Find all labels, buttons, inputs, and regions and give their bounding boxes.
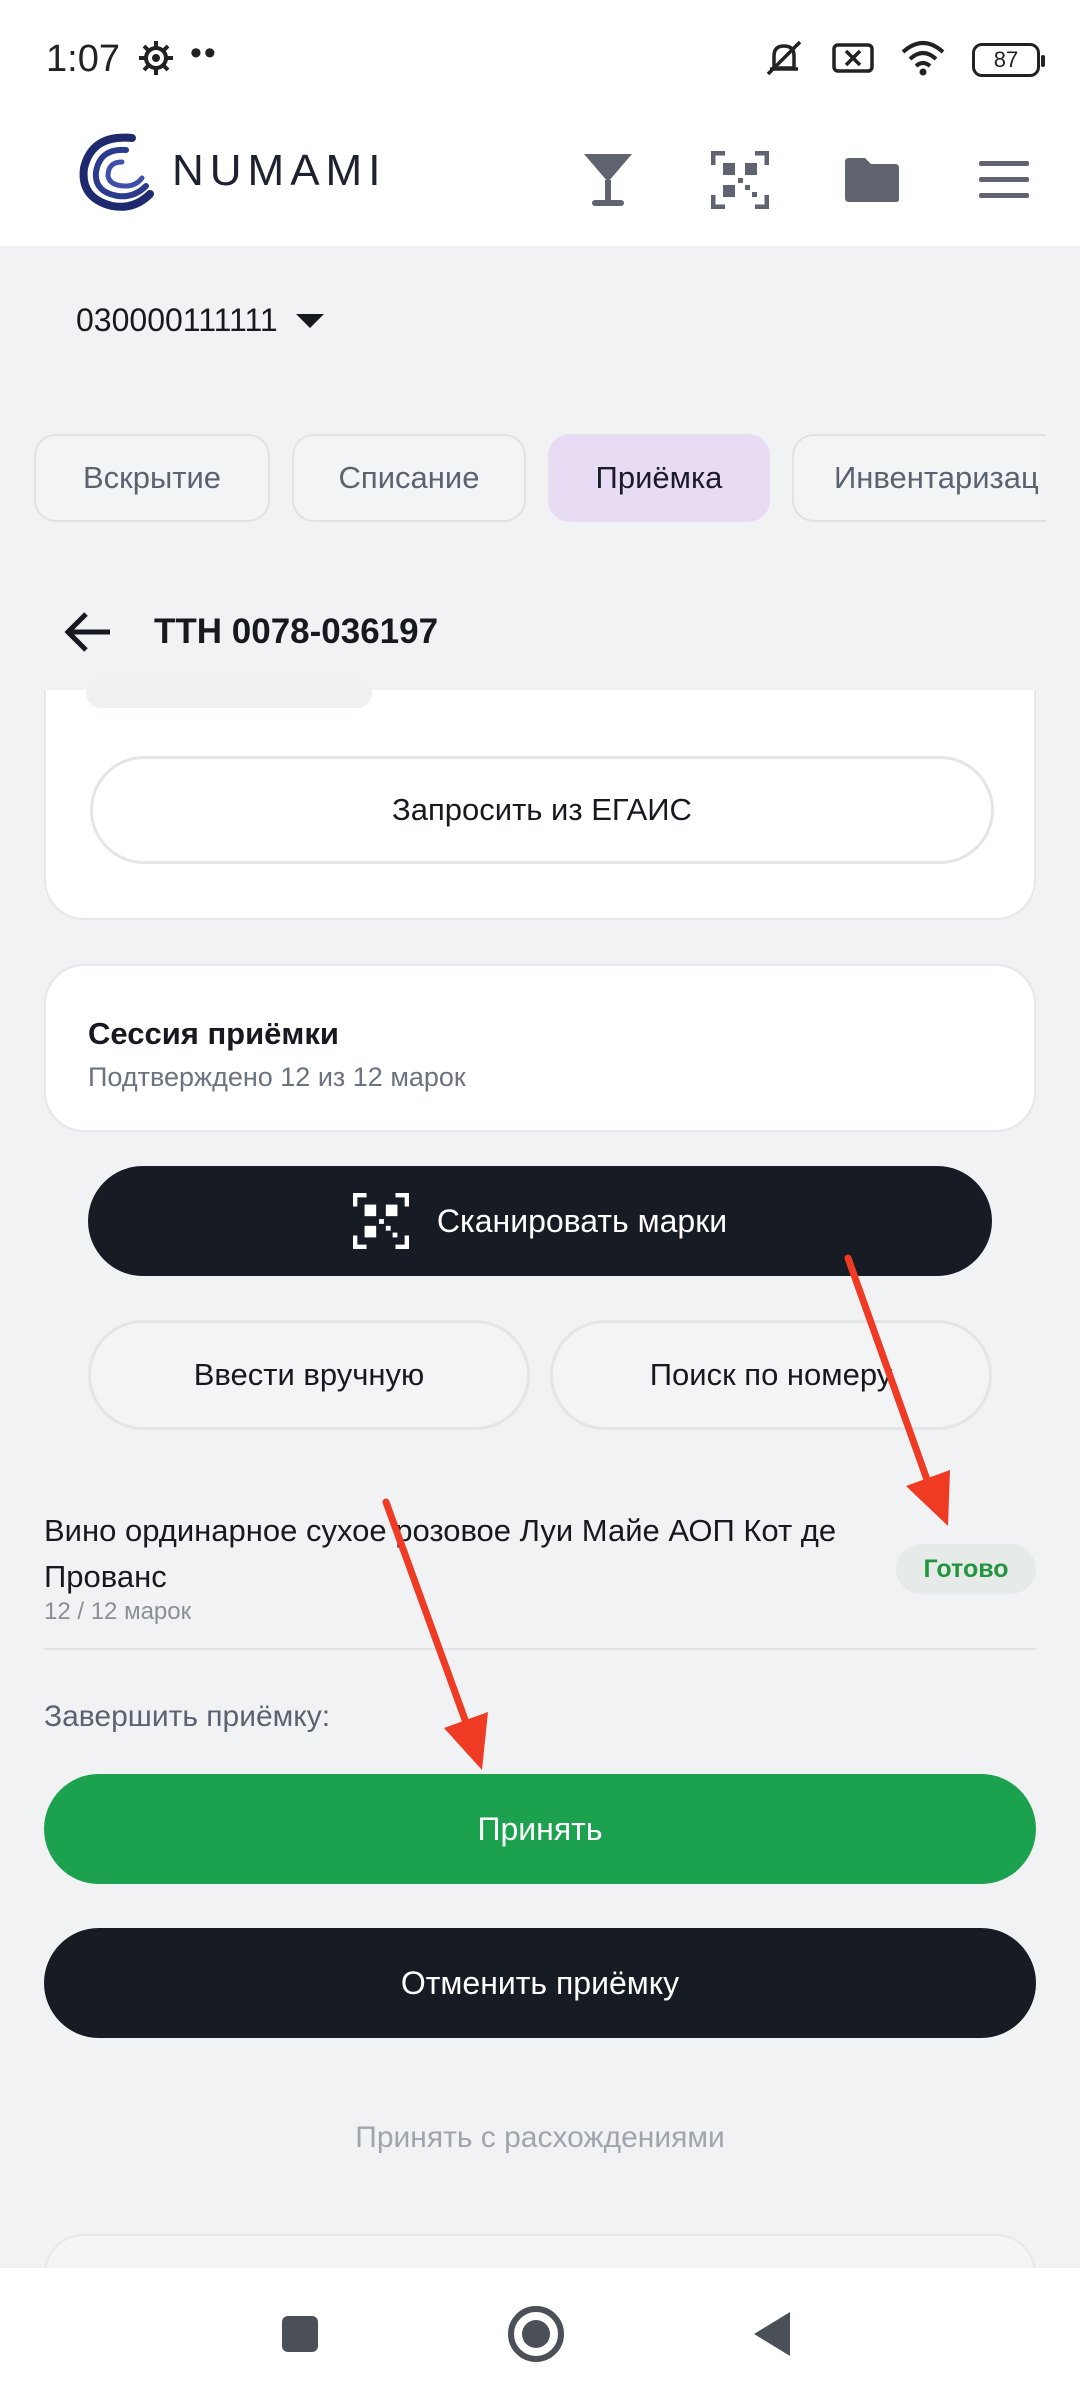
back-nav-icon[interactable]: [730, 2292, 814, 2376]
tab-acceptance[interactable]: Приёмка: [548, 434, 770, 522]
back-arrow-icon[interactable]: [60, 604, 116, 660]
cancel-acceptance-button[interactable]: Отменить приёмку: [44, 1928, 1036, 2038]
page-title: ТТН 0078-036197: [154, 612, 439, 651]
accept-button[interactable]: Принять: [44, 1774, 1036, 1884]
document-card: Запросить из ЕГАИС: [44, 678, 1036, 920]
session-subtitle: Подтверждено 12 из 12 марок: [88, 1062, 466, 1092]
tab-opening[interactable]: Вскрытие: [34, 434, 270, 522]
status-icons: 87: [762, 38, 1045, 83]
chevron-down-icon: [295, 313, 324, 328]
scan-marks-label: Сканировать марки: [436, 1202, 728, 1239]
sim-off-icon: [832, 41, 874, 80]
notification-dots: ••: [190, 34, 218, 72]
scrolled-badge: [86, 678, 372, 708]
status-time: 1:07: [46, 38, 120, 80]
store-selector[interactable]: 030000111111: [76, 302, 324, 339]
finish-label: Завершить приёмку:: [44, 1700, 331, 1733]
logo-text: NUMAMI: [172, 146, 387, 195]
home-icon[interactable]: [494, 2292, 578, 2376]
request-egais-button[interactable]: Запросить из ЕГАИС: [90, 756, 994, 864]
numami-logo[interactable]: NUMAMI: [72, 128, 386, 214]
qr-scan-icon: [352, 1193, 409, 1249]
mute-icon: [762, 38, 806, 83]
numami-logo-mark-icon: [79, 133, 154, 211]
tab-write-off[interactable]: Списание: [292, 434, 526, 522]
status-badge: Готово: [896, 1544, 1036, 1594]
menu-icon[interactable]: [968, 144, 1040, 216]
manual-entry-button[interactable]: Ввести вручную: [88, 1320, 530, 1430]
store-id: 030000111111: [76, 302, 278, 338]
accept-with-discrepancies-button[interactable]: Принять с расхождениями: [44, 2108, 1036, 2168]
battery-icon: 87: [972, 43, 1045, 77]
settings-icon: [138, 40, 174, 76]
wifi-icon: [900, 40, 946, 81]
item-name: Вино ординарное сухое розовое Луи Майе А…: [44, 1513, 837, 1594]
recents-icon[interactable]: [258, 2292, 342, 2376]
qr-code-icon[interactable]: [704, 144, 776, 216]
system-nav-bar: [0, 2268, 1080, 2400]
session-card: Сессия приёмки Подтверждено 12 из 12 мар…: [44, 964, 1036, 1132]
folder-icon[interactable]: [836, 144, 908, 216]
status-bar: 1:07 •• 87: [0, 0, 1080, 120]
divider: [44, 1648, 1036, 1650]
search-by-number-button[interactable]: Поиск по номеру: [550, 1320, 992, 1430]
item-count: 12 / 12 марок: [44, 1598, 192, 1625]
scan-marks-button[interactable]: Сканировать марки: [88, 1166, 992, 1276]
operation-tabs: Вскрытие Списание Приёмка Инвентаризац: [34, 434, 1046, 522]
tab-inventory[interactable]: Инвентаризац: [792, 434, 1046, 522]
wine-glass-icon[interactable]: [572, 144, 644, 216]
app-header: NUMAMI: [0, 120, 1080, 246]
session-title: Сессия приёмки: [88, 1016, 339, 1051]
